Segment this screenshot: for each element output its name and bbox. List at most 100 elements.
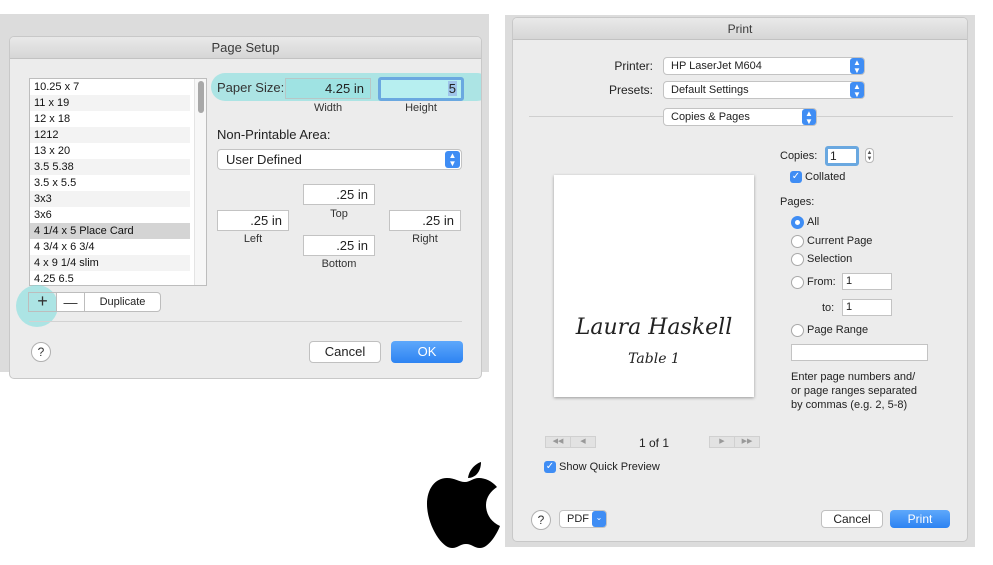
page-range-radio[interactable]: [791, 324, 804, 337]
print-title: Print: [513, 18, 967, 40]
paper-size-label: Paper Size:: [217, 80, 285, 95]
pdf-label: PDF: [567, 513, 589, 525]
hint-line: by commas (e.g. 2, 5-8): [791, 399, 908, 411]
list-item[interactable]: 3.5 x 5.5: [30, 175, 190, 191]
apple-logo-icon: [427, 462, 500, 548]
non-printable-area-label: Non-Printable Area:: [217, 127, 331, 142]
right-caption: Right: [412, 233, 438, 245]
page-range-label: Page Range: [807, 324, 869, 336]
hint-line: Enter page numbers and/: [791, 371, 916, 383]
collated-label: Collated: [805, 171, 846, 183]
add-paper-size-button[interactable]: +: [28, 292, 56, 312]
page-setup-backdrop: Page Setup 10.25 x 7 11 x 19 12 x 18 121…: [0, 14, 489, 379]
list-item[interactable]: 4.25 6.5: [30, 271, 190, 285]
current-page-radio[interactable]: [791, 235, 804, 248]
list-scrollbar[interactable]: [194, 79, 206, 285]
page-range-field[interactable]: [791, 344, 928, 361]
collated-checkbox[interactable]: ✓: [790, 171, 802, 183]
list-item[interactable]: 12 x 18: [30, 111, 190, 127]
remove-paper-size-button[interactable]: —: [56, 292, 85, 312]
to-label: to:: [822, 302, 835, 314]
current-page-label: Current Page: [807, 235, 873, 247]
list-item[interactable]: 3x3: [30, 191, 190, 207]
up-down-chevron-icon: ▲ ▼: [445, 151, 460, 168]
select-value: User Defined: [226, 152, 302, 167]
up-down-chevron-icon: ▲ ▼: [850, 58, 864, 75]
list-item[interactable]: 3.5 5.38: [30, 159, 190, 175]
page-counter: 1 of 1: [638, 436, 670, 450]
selection-label: Selection: [807, 253, 853, 265]
print-button[interactable]: Print: [890, 510, 950, 528]
scrollbar-thumb[interactable]: [198, 81, 204, 113]
printer-select[interactable]: HP LaserJet M604 ▲ ▼: [663, 57, 865, 75]
hint-line: or page ranges separated: [791, 385, 917, 397]
from-label: From:: [807, 276, 836, 288]
pdf-menu-button[interactable]: PDF ⌄: [559, 510, 607, 528]
bottom-margin-field[interactable]: .25 in: [303, 235, 375, 256]
duplicate-button[interactable]: Duplicate: [85, 292, 161, 312]
copies-stepper[interactable]: ▲ ▼: [865, 148, 874, 163]
from-radio[interactable]: [791, 276, 804, 289]
height-value: 5: [447, 81, 457, 96]
list-item[interactable]: 13 x 20: [30, 143, 190, 159]
page-preview: Laura Haskell Table 1: [554, 175, 754, 397]
right-margin-field[interactable]: .25 in: [389, 210, 461, 231]
copies-field[interactable]: 1: [825, 146, 859, 166]
print-window: Print Printer: HP LaserJet M604 ▲ ▼ Prese…: [512, 17, 968, 542]
list-item[interactable]: 1212: [30, 127, 190, 143]
to-field[interactable]: 1: [842, 299, 892, 316]
preview-name: Laura Haskell: [575, 315, 733, 340]
left-margin-field[interactable]: .25 in: [217, 210, 289, 231]
list-item[interactable]: 11 x 19: [30, 95, 190, 111]
page-setup-title: Page Setup: [10, 37, 481, 59]
chevron-down-icon: ⌄: [592, 511, 606, 527]
width-field[interactable]: 4.25 in: [285, 78, 371, 99]
preview-table: Table 1: [628, 351, 680, 367]
list-item[interactable]: 10.25 x 7: [30, 79, 190, 95]
show-quick-preview-label: Show Quick Preview: [559, 461, 660, 473]
select-value: Copies & Pages: [671, 111, 750, 123]
up-down-chevron-icon: ▲ ▼: [850, 82, 864, 99]
list-item-selected[interactable]: 4 1/4 x 5 Place Card: [30, 223, 190, 239]
presets-label: Presets:: [608, 83, 653, 97]
printer-label: Printer:: [614, 59, 653, 73]
non-printable-area-select[interactable]: User Defined ▲ ▼: [217, 149, 462, 170]
next-page-button[interactable]: ▶: [709, 436, 735, 448]
first-page-button[interactable]: ◀◀: [545, 436, 571, 448]
ok-button[interactable]: OK: [391, 341, 463, 363]
selection-radio[interactable]: [791, 253, 804, 266]
page-range-hint: Enter page numbers and/ or page ranges s…: [791, 370, 951, 412]
cancel-button[interactable]: Cancel: [309, 341, 381, 363]
divider: [29, 321, 462, 322]
previous-page-button[interactable]: ◀: [570, 436, 596, 448]
top-caption: Top: [330, 208, 348, 220]
up-down-chevron-icon: ▲ ▼: [802, 109, 816, 126]
select-value: HP LaserJet M604: [671, 60, 762, 72]
copies-label: Copies:: [780, 150, 818, 162]
help-button[interactable]: ?: [531, 510, 551, 530]
page-setup-window: Page Setup 10.25 x 7 11 x 19 12 x 18 121…: [9, 36, 482, 379]
all-radio[interactable]: [791, 216, 804, 229]
from-field[interactable]: 1: [842, 273, 892, 290]
left-caption: Left: [243, 233, 263, 245]
height-field[interactable]: 5: [378, 77, 464, 101]
section-select[interactable]: Copies & Pages ▲ ▼: [663, 108, 817, 126]
list-item[interactable]: 4 3/4 x 6 3/4: [30, 239, 190, 255]
paper-size-list[interactable]: 10.25 x 7 11 x 19 12 x 18 1212 13 x 20 3…: [29, 78, 207, 286]
width-caption: Width: [313, 102, 343, 114]
all-label: All: [807, 216, 820, 228]
checkmark-icon: ✓: [545, 461, 555, 472]
pages-label: Pages:: [780, 196, 815, 208]
checkmark-icon: ✓: [791, 171, 801, 182]
cancel-button[interactable]: Cancel: [821, 510, 883, 528]
list-item[interactable]: 3x6: [30, 207, 190, 223]
height-caption: Height: [405, 102, 437, 114]
presets-select[interactable]: Default Settings ▲ ▼: [663, 81, 865, 99]
bottom-caption: Bottom: [321, 258, 357, 270]
top-margin-field[interactable]: .25 in: [303, 184, 375, 205]
show-quick-preview-checkbox[interactable]: ✓: [544, 461, 556, 473]
last-page-button[interactable]: ▶▶: [734, 436, 760, 448]
select-value: Default Settings: [671, 84, 749, 96]
list-item[interactable]: 4 x 9 1/4 slim: [30, 255, 190, 271]
help-button[interactable]: ?: [31, 342, 51, 362]
